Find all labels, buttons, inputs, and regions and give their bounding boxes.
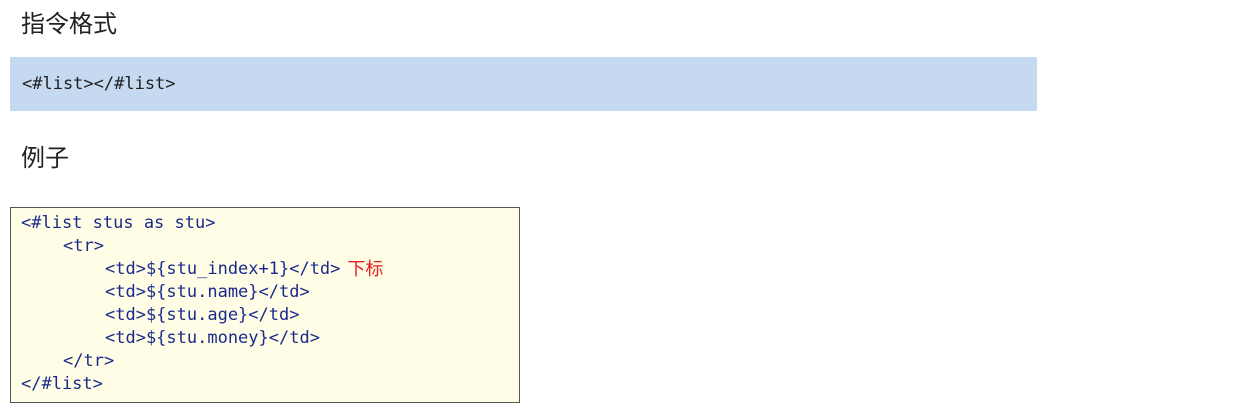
code-line: </#list>	[21, 373, 519, 396]
code-line-text: <tr>	[63, 236, 104, 256]
code-line-text: </#list>	[21, 374, 103, 394]
format-code-text: <#list></#list>	[22, 74, 176, 94]
code-line-text: <td>${stu.money}</td>	[105, 328, 320, 348]
code-line: <td>${stu.age}</td>	[21, 304, 519, 327]
section-heading-format: 指令格式	[21, 10, 117, 38]
index-annotation: 下标	[347, 259, 384, 280]
code-line-text: <#list stus as stu>	[21, 213, 216, 233]
example-code-block: <#list stus as stu> <tr> <td>${stu_index…	[10, 207, 520, 403]
code-line-text: <td>${stu.name}</td>	[105, 282, 310, 302]
code-line: <td>${stu.money}</td>	[21, 327, 519, 350]
code-line: <#list stus as stu>	[21, 212, 519, 235]
code-line: <td>${stu_index+1}</td> 下标	[21, 258, 519, 281]
code-line: <td>${stu.name}</td>	[21, 281, 519, 304]
code-line-text: </tr>	[63, 351, 115, 371]
format-code-block: <#list></#list>	[10, 57, 1037, 111]
code-line-text: <td>${stu.age}</td>	[105, 305, 300, 325]
code-line: <tr>	[21, 235, 519, 258]
code-line-text: <td>${stu_index+1}</td>	[105, 259, 341, 279]
section-heading-example: 例子	[21, 144, 69, 172]
code-line: </tr>	[21, 350, 519, 373]
